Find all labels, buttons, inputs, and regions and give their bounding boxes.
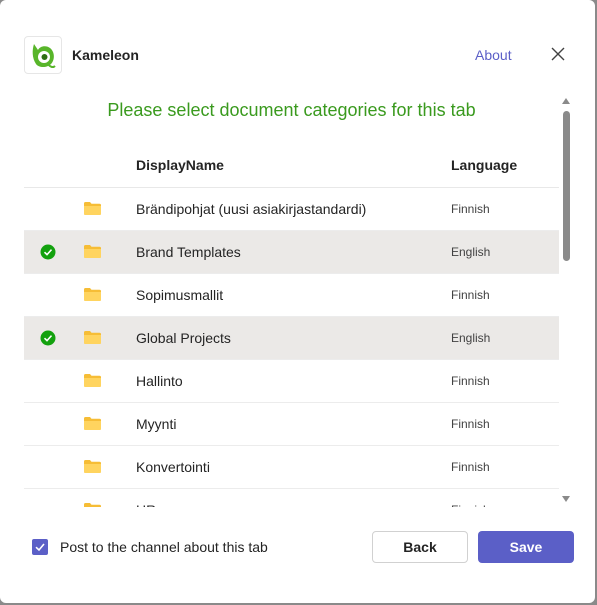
table-row[interactable]: Sopimusmallit Finnish — [24, 274, 559, 317]
folder-icon — [84, 460, 101, 473]
dialog-header: Kameleon About — [24, 36, 573, 76]
row-language: Finnish — [451, 374, 490, 388]
post-to-channel-checkbox[interactable] — [32, 539, 48, 555]
row-displayname: Sopimusmallit — [136, 287, 224, 303]
row-displayname: Konvertointi — [136, 459, 210, 475]
scrollbar-thumb[interactable] — [563, 111, 570, 261]
row-language: Finnish — [451, 460, 490, 474]
back-button[interactable]: Back — [372, 531, 468, 563]
category-table: DisplayName Language Brändipohjat (uusi … — [24, 145, 559, 507]
folder-icon — [84, 202, 101, 215]
post-to-channel-label[interactable]: Post to the channel about this tab — [60, 539, 268, 555]
column-header-language: Language — [451, 157, 518, 173]
folder-icon — [84, 331, 101, 344]
chameleon-logo-icon — [24, 36, 62, 74]
table-body: Brändipohjat (uusi asiakirjastandardi) Fi… — [24, 188, 559, 507]
save-button[interactable]: Save — [478, 531, 574, 563]
table-row[interactable]: Hallinto Finnish — [24, 360, 559, 403]
scrollbar[interactable] — [561, 97, 571, 505]
table-row[interactable]: Global Projects English — [24, 317, 559, 360]
row-displayname: HR — [136, 502, 156, 507]
dialog-footer: Post to the channel about this tab Back … — [32, 531, 574, 563]
row-displayname: Myynti — [136, 416, 177, 432]
row-language: English — [451, 245, 491, 259]
row-displayname: Hallinto — [136, 373, 183, 389]
checkmark-icon — [35, 543, 45, 552]
check-circle-icon — [40, 244, 56, 260]
column-header-displayname: DisplayName — [136, 157, 224, 173]
table-row[interactable]: HR Finnish — [24, 489, 559, 507]
table-header: DisplayName Language — [24, 145, 559, 188]
folder-icon — [84, 374, 101, 387]
close-icon[interactable] — [548, 44, 568, 64]
folder-icon — [84, 503, 101, 507]
scroll-up-icon[interactable] — [561, 97, 571, 105]
folder-icon — [84, 288, 101, 301]
page-title: Please select document categories for th… — [107, 100, 476, 120]
dialog: Kameleon About Please select document ca… — [0, 0, 595, 603]
row-language: English — [451, 331, 491, 345]
row-language: Finnish — [451, 288, 490, 302]
app-title: Kameleon — [72, 47, 139, 63]
about-link[interactable]: About — [475, 47, 512, 63]
folder-icon — [84, 245, 101, 258]
row-displayname: Brand Templates — [136, 244, 241, 260]
table-row[interactable]: Brändipohjat (uusi asiakirjastandardi) Fi… — [24, 188, 559, 231]
table-row[interactable]: Myynti Finnish — [24, 403, 559, 446]
folder-icon — [84, 417, 101, 430]
check-circle-icon — [40, 330, 56, 346]
row-language: Finnish — [451, 417, 490, 431]
row-language: Finnish — [451, 202, 490, 216]
row-displayname: Global Projects — [136, 330, 231, 346]
row-displayname: Brändipohjat (uusi asiakirjastandardi) — [136, 201, 367, 217]
row-language: Finnish — [451, 503, 490, 507]
table-row[interactable]: Brand Templates English — [24, 231, 559, 274]
scroll-down-icon[interactable] — [561, 495, 571, 503]
table-row[interactable]: Konvertointi Finnish — [24, 446, 559, 489]
